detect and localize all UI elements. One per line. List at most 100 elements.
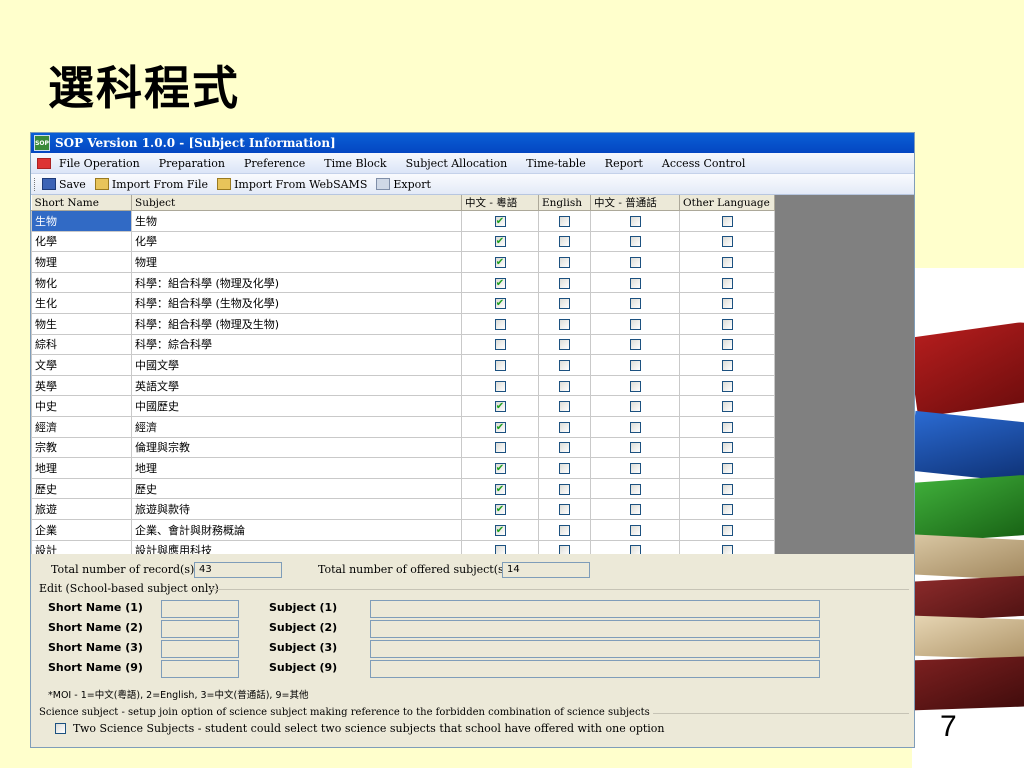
- english-checkbox[interactable]: [559, 401, 570, 413]
- other-language-checkbox[interactable]: [721, 318, 733, 330]
- cell-short-name[interactable]: 歷史: [31, 477, 132, 500]
- cell-short-name[interactable]: 英學: [31, 374, 132, 397]
- cell-short-name[interactable]: 旅遊: [31, 498, 132, 520]
- cell-short-name[interactable]: 中史: [31, 395, 132, 417]
- cantonese-checkbox[interactable]: ✔: [494, 298, 506, 310]
- table-row[interactable]: 旅遊 旅遊與款待 ✔: [31, 498, 775, 520]
- putonghua-checkbox[interactable]: [629, 215, 641, 227]
- two-science-subjects-checkbox[interactable]: [55, 723, 66, 734]
- cantonese-checkbox[interactable]: ✔: [494, 483, 506, 495]
- putonghua-checkbox[interactable]: [629, 421, 641, 433]
- cell-subject[interactable]: 科學：綜合科學: [131, 333, 462, 356]
- other-language-checkbox[interactable]: [721, 256, 733, 268]
- table-row[interactable]: 中史 中國歷史 ✔: [31, 395, 775, 417]
- other-language-checkbox[interactable]: [721, 380, 733, 392]
- column-header-cantonese[interactable]: 中文 - 粵語: [461, 195, 539, 211]
- table-row[interactable]: 地理 地理 ✔: [31, 457, 775, 479]
- cell-subject[interactable]: 中國歷史: [131, 395, 462, 417]
- menu-time-block[interactable]: Time Block: [324, 157, 386, 170]
- menu-access-control[interactable]: Access Control: [662, 157, 746, 170]
- cell-subject[interactable]: 英語文學: [131, 374, 462, 397]
- cantonese-checkbox[interactable]: [494, 442, 506, 454]
- toolbar-grip[interactable]: [34, 177, 37, 191]
- subject-1-input[interactable]: [370, 600, 820, 618]
- english-checkbox[interactable]: [559, 318, 570, 330]
- cantonese-checkbox[interactable]: [494, 318, 506, 330]
- cell-subject[interactable]: 科學：組合科學 (生物及化學): [131, 292, 462, 314]
- subject-3-input[interactable]: [370, 640, 820, 658]
- short-name-1-input[interactable]: [161, 600, 239, 618]
- cantonese-checkbox[interactable]: ✔: [494, 524, 506, 536]
- cell-subject[interactable]: 旅遊與款待: [131, 498, 462, 520]
- putonghua-checkbox[interactable]: [629, 504, 641, 516]
- other-language-checkbox[interactable]: [721, 401, 733, 413]
- cantonese-checkbox[interactable]: ✔: [494, 256, 506, 268]
- english-checkbox[interactable]: [559, 442, 570, 454]
- subject-9-input[interactable]: [370, 660, 820, 678]
- table-row[interactable]: 生物 生物 ✔: [31, 210, 775, 232]
- cell-subject[interactable]: 化學: [131, 230, 462, 253]
- english-checkbox[interactable]: [559, 380, 570, 392]
- cell-short-name[interactable]: 物生: [31, 312, 132, 335]
- english-checkbox[interactable]: [559, 256, 570, 268]
- table-row[interactable]: 英學 英語文學: [31, 374, 775, 397]
- cell-short-name[interactable]: 生物: [31, 210, 132, 232]
- putonghua-checkbox[interactable]: [629, 483, 641, 495]
- menu-time-table[interactable]: Time-table: [526, 157, 586, 170]
- cantonese-checkbox[interactable]: ✔: [494, 236, 506, 248]
- cantonese-checkbox[interactable]: ✔: [494, 504, 506, 516]
- table-row[interactable]: 物化 科學：組合科學 (物理及化學) ✔: [31, 271, 775, 294]
- putonghua-checkbox[interactable]: [629, 298, 641, 310]
- other-language-checkbox[interactable]: [721, 236, 733, 248]
- other-language-checkbox[interactable]: [721, 421, 733, 433]
- cell-short-name[interactable]: 生化: [31, 292, 132, 314]
- english-checkbox[interactable]: [559, 524, 570, 536]
- cantonese-checkbox[interactable]: [494, 380, 506, 392]
- cell-short-name[interactable]: 宗教: [31, 436, 132, 459]
- menu-subject-allocation[interactable]: Subject Allocation: [406, 157, 508, 170]
- other-language-checkbox[interactable]: [721, 359, 733, 371]
- cantonese-checkbox[interactable]: ✔: [494, 215, 506, 227]
- short-name-3-input[interactable]: [161, 640, 239, 658]
- table-row[interactable]: 文學 中國文學: [31, 354, 775, 376]
- other-language-checkbox[interactable]: [721, 524, 733, 536]
- other-language-checkbox[interactable]: [721, 462, 733, 474]
- cell-subject[interactable]: 物理: [131, 251, 462, 273]
- english-checkbox[interactable]: [559, 359, 570, 371]
- cell-subject[interactable]: 設計與應用科技: [131, 539, 462, 554]
- english-checkbox[interactable]: [559, 483, 570, 495]
- table-row[interactable]: 物生 科學：組合科學 (物理及生物): [31, 312, 775, 335]
- english-checkbox[interactable]: [559, 339, 570, 351]
- putonghua-checkbox[interactable]: [629, 462, 641, 474]
- cell-short-name[interactable]: 綜科: [31, 333, 132, 356]
- cantonese-checkbox[interactable]: [494, 339, 506, 351]
- cantonese-checkbox[interactable]: ✔: [494, 421, 506, 433]
- other-language-checkbox[interactable]: [721, 483, 733, 495]
- other-language-checkbox[interactable]: [721, 504, 733, 516]
- cell-subject[interactable]: 倫理與宗教: [131, 436, 462, 459]
- save-button[interactable]: Save: [42, 178, 86, 191]
- menu-report[interactable]: Report: [605, 157, 643, 170]
- column-header-other-language[interactable]: Other Language: [679, 195, 775, 211]
- menu-file-operation[interactable]: File Operation: [59, 157, 140, 170]
- short-name-9-input[interactable]: [161, 660, 239, 678]
- putonghua-checkbox[interactable]: [629, 380, 641, 392]
- subject-2-input[interactable]: [370, 620, 820, 638]
- cell-subject[interactable]: 歷史: [131, 477, 462, 500]
- cell-subject[interactable]: 中國文學: [131, 354, 462, 376]
- putonghua-checkbox[interactable]: [629, 256, 641, 268]
- cell-short-name[interactable]: 物化: [31, 271, 132, 294]
- cantonese-checkbox[interactable]: ✔: [494, 462, 506, 474]
- menu-preparation[interactable]: Preparation: [159, 157, 225, 170]
- cantonese-checkbox[interactable]: [494, 545, 506, 554]
- cell-subject[interactable]: 企業、會計與財務概論: [131, 518, 462, 541]
- column-header-english[interactable]: English: [538, 195, 591, 211]
- cell-short-name[interactable]: 地理: [31, 457, 132, 479]
- cell-subject[interactable]: 地理: [131, 457, 462, 479]
- english-checkbox[interactable]: [559, 236, 570, 248]
- cell-short-name[interactable]: 物理: [31, 251, 132, 273]
- import-from-file-button[interactable]: Import From File: [94, 178, 208, 191]
- other-language-checkbox[interactable]: [721, 277, 733, 289]
- mdi-window-icon[interactable]: [37, 157, 51, 169]
- other-language-checkbox[interactable]: [721, 545, 733, 554]
